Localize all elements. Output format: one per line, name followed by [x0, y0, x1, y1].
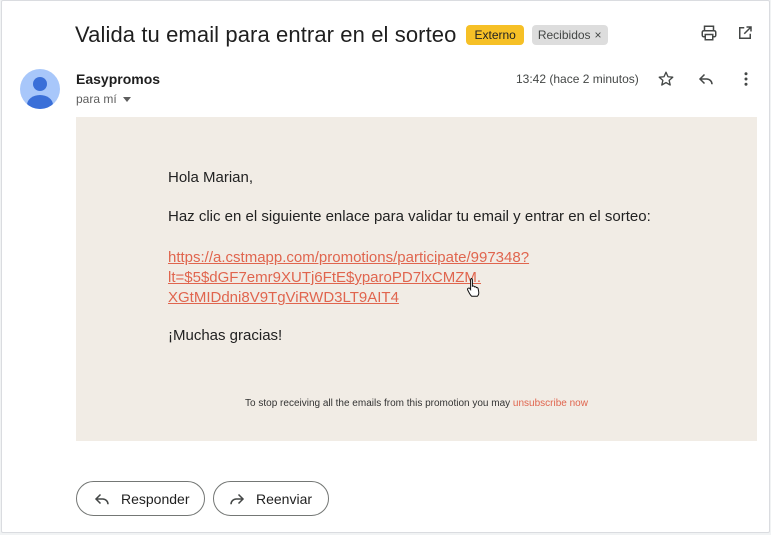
- thread-actions: [699, 23, 755, 43]
- recipient-text: para mí: [76, 92, 117, 106]
- email-body: Hola Marian, Haz clic en el siguiente en…: [76, 117, 757, 441]
- reply-icon: [94, 493, 109, 504]
- forward-button[interactable]: Reenviar: [213, 481, 329, 516]
- print-icon[interactable]: [699, 23, 719, 43]
- forward-icon: [230, 493, 245, 504]
- hand-cursor-icon: [467, 278, 480, 297]
- subject-row: Valida tu email para entrar en el sorteo…: [75, 19, 608, 51]
- forward-button-label: Reenviar: [256, 490, 313, 507]
- star-icon[interactable]: [656, 69, 676, 89]
- sender-name[interactable]: Easypromos: [76, 71, 160, 87]
- instruction-text: Haz clic en el siguiente enlace para val…: [168, 208, 651, 225]
- open-in-new-icon[interactable]: [735, 23, 755, 43]
- recipient-details[interactable]: para mí: [76, 92, 131, 106]
- footer-text: To stop receiving all the emails from th…: [245, 398, 513, 409]
- link-line: https://a.cstmapp.com/promotions/partici…: [168, 249, 530, 266]
- unsubscribe-link[interactable]: unsubscribe now: [513, 398, 588, 409]
- external-badge: Externo: [466, 25, 524, 45]
- label-chip-text: Recibidos: [537, 28, 591, 42]
- remove-label-button[interactable]: ×: [595, 28, 602, 42]
- reply-icon[interactable]: [696, 69, 716, 89]
- reply-button-label: Responder: [121, 490, 190, 507]
- thanks-text: ¡Muchas gracias!: [168, 327, 283, 344]
- email-timestamp: 13:42 (hace 2 minutos): [516, 72, 639, 86]
- message-actions: [656, 69, 756, 89]
- reply-button[interactable]: Responder: [76, 481, 205, 516]
- unsubscribe-note: To stop receiving all the emails from th…: [76, 398, 757, 409]
- greeting-text: Hola Marian,: [168, 169, 254, 186]
- label-chip-inbox: Recibidos ×: [531, 25, 608, 45]
- more-vert-icon[interactable]: [736, 69, 756, 89]
- avatar-icon: [20, 69, 60, 109]
- email-view: Valida tu email para entrar en el sorteo…: [1, 0, 770, 533]
- email-subject: Valida tu email para entrar en el sorteo: [75, 22, 457, 47]
- chevron-down-icon: [122, 96, 131, 102]
